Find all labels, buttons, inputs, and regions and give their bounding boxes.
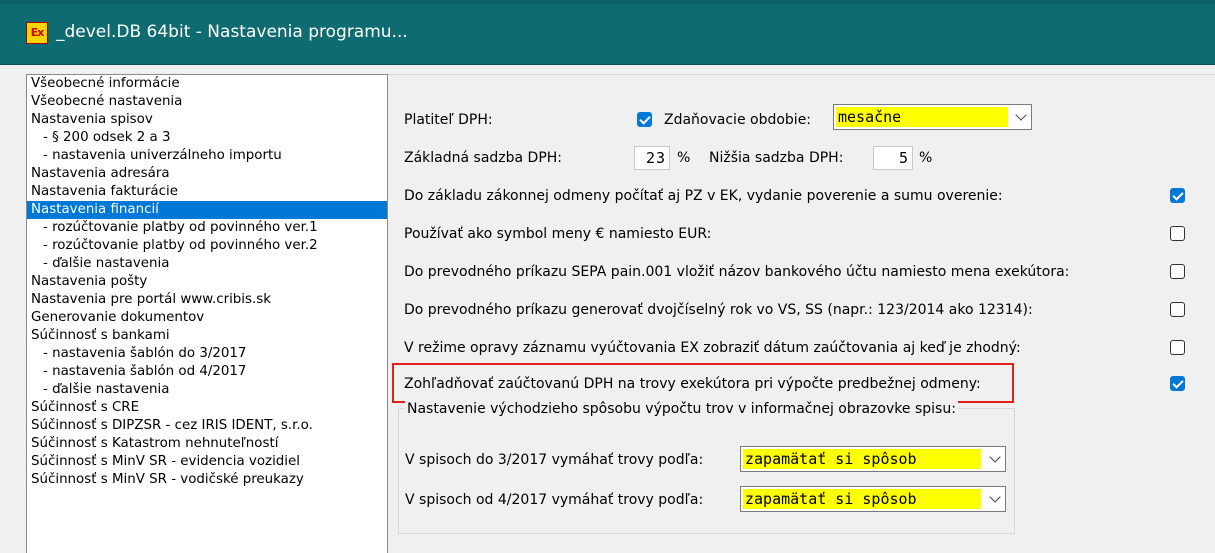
sidebar-item[interactable]: - ďalšie nastavenia — [27, 255, 387, 273]
title-bar: Ex _devel.DB 64bit - Nastavenia programu… — [0, 0, 1215, 65]
row-sepa-checkbox[interactable] — [1170, 264, 1185, 279]
sidebar-item[interactable]: - rozúčtovanie platby od povinného ver.1 — [27, 219, 387, 237]
chevron-down-icon — [989, 451, 1001, 463]
trovy-do-2017-value: zapamätať si spôsob — [743, 449, 981, 469]
app-ex-icon: Ex — [26, 22, 48, 44]
sidebar-item[interactable]: Nastavenia pre portál www.cribis.sk — [27, 291, 387, 309]
sidebar-item[interactable]: Súčinnosť s DIPZSR - cez IRIS IDENT, s.r… — [27, 417, 387, 435]
chevron-down-icon — [989, 491, 1001, 503]
row-symbol-meny-checkbox[interactable] — [1170, 226, 1185, 241]
trovy-od-2017-value: zapamätať si spôsob — [743, 489, 981, 509]
row-dvojciselny-rok-checkbox[interactable] — [1170, 302, 1185, 317]
zdanovacie-obdobie-label: Zdaňovacie obdobie: — [664, 112, 812, 128]
row-zakladna-odmena-label: Do základu zákonnej odmeny počítať aj PZ… — [404, 188, 1003, 204]
sidebar-item[interactable]: - nastavenia šablón do 3/2017 — [27, 345, 387, 363]
sidebar-item[interactable]: Všeobecné nastavenia — [27, 93, 387, 111]
nizsia-percent-label: % — [919, 150, 933, 166]
sidebar-item[interactable]: Nastavenia pošty — [27, 273, 387, 291]
nizsia-sadzba-input[interactable]: 5 — [873, 146, 913, 170]
sidebar-item[interactable]: Súčinnosť s MinV SR - evidencia vozidiel — [27, 453, 387, 471]
row-sepa-label: Do prevodného príkazu SEPA pain.001 vlož… — [404, 264, 1070, 280]
platitel-dph-label: Platiteľ DPH: — [404, 112, 493, 128]
sidebar-item[interactable]: Súčinnosť s bankami — [27, 327, 387, 345]
row-datum-zauctovania-checkbox[interactable] — [1170, 340, 1185, 355]
zakladna-sadzba-input[interactable]: 23 — [634, 146, 670, 170]
sidebar-item[interactable]: Generovanie dokumentov — [27, 309, 387, 327]
panel-separator — [388, 74, 1215, 75]
window-title: _devel.DB 64bit - Nastavenia programu... — [56, 22, 408, 42]
trovy-group-caption: Nastavenie východzieho spôsobu výpočtu t… — [405, 401, 958, 417]
sidebar-item[interactable]: - nastavenia univerzálneho importu — [27, 147, 387, 165]
row-datum-zauctovania-label: V režime opravy záznamu vyúčtovania EX z… — [404, 340, 1021, 356]
row-zakladna-odmena-checkbox[interactable] — [1170, 188, 1185, 203]
trovy-od-2017-select[interactable]: zapamätať si spôsob — [740, 486, 1006, 512]
row-zauctovana-dph-checkbox[interactable] — [1170, 376, 1185, 391]
trovy-do-2017-label: V spisoch do 3/2017 vymáhať trovy podľa: — [405, 452, 704, 468]
sidebar-item[interactable]: Nastavenia spisov — [27, 111, 387, 129]
sidebar-item[interactable]: - rozúčtovanie platby od povinného ver.2 — [27, 237, 387, 255]
sidebar-item[interactable]: Nastavenia financií — [27, 201, 387, 219]
row-zauctovana-dph-label: Zohľadňovať zaúčtovanú DPH na trovy exek… — [404, 376, 981, 392]
zakladna-percent-label: % — [677, 150, 691, 166]
sidebar-item[interactable]: - ďalšie nastavenia — [27, 381, 387, 399]
trovy-od-2017-label: V spisoch od 4/2017 vymáhať trovy podľa: — [405, 492, 704, 508]
trovy-do-2017-select[interactable]: zapamätať si spôsob — [740, 446, 1006, 472]
chevron-down-icon — [1015, 109, 1027, 121]
sidebar-item[interactable]: Všeobecné informácie — [27, 75, 387, 93]
platitel-dph-checkbox[interactable] — [637, 112, 652, 127]
zakladna-sadzba-label: Základná sadzba DPH: — [404, 150, 563, 166]
row-dvojciselny-rok-label: Do prevodného príkazu generovať dvojčíse… — [404, 302, 1033, 318]
title-bar-top-strip — [0, 0, 1215, 4]
sidebar-item[interactable]: Súčinnosť s MinV SR - vodičské preukazy — [27, 471, 387, 489]
sidebar-item[interactable]: Súčinnosť s Katastrom nehnuteľností — [27, 435, 387, 453]
nizsia-sadzba-label: Nižšia sadzba DPH: — [709, 150, 844, 166]
zdanovacie-obdobie-value: mesačne — [836, 107, 1008, 127]
settings-category-list[interactable]: Všeobecné informácie Všeobecné nastavenia… — [26, 74, 388, 553]
sidebar-item[interactable]: Nastavenia adresára — [27, 165, 387, 183]
sidebar-item[interactable]: Súčinnosť s CRE — [27, 399, 387, 417]
row-symbol-meny-label: Používať ako symbol meny € namiesto EUR: — [404, 226, 712, 242]
zdanovacie-obdobie-select[interactable]: mesačne — [833, 104, 1032, 130]
sidebar-item[interactable]: Nastavenia fakturácie — [27, 183, 387, 201]
sidebar-item[interactable]: - § 200 odsek 2 a 3 — [27, 129, 387, 147]
sidebar-item[interactable]: - nastavenia šablón od 4/2017 — [27, 363, 387, 381]
